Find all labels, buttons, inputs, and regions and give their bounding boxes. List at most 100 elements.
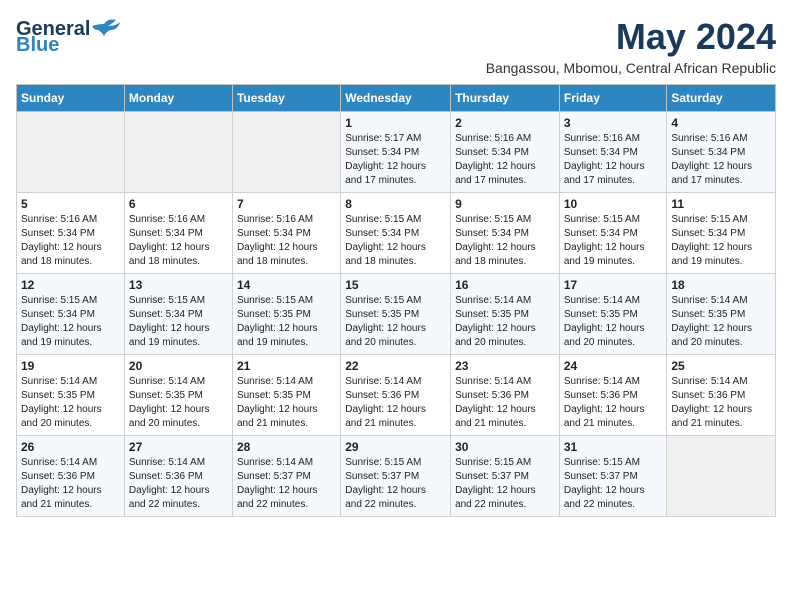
- calendar-cell: 16 Sunrise: 5:14 AMSunset: 5:35 PMDayligh…: [451, 274, 560, 355]
- day-number: 31: [564, 440, 663, 454]
- calendar-cell: 14 Sunrise: 5:15 AMSunset: 5:35 PMDayligh…: [232, 274, 340, 355]
- day-info: Sunrise: 5:14 AMSunset: 5:35 PMDaylight:…: [237, 375, 336, 431]
- day-info: Sunrise: 5:15 AMSunset: 5:34 PMDaylight:…: [455, 213, 555, 269]
- calendar-cell: 24Sunrise: 5:14 AMSunset: 5:36 PMDayligh…: [559, 355, 667, 436]
- day-number: 3: [564, 116, 663, 130]
- calendar-cell: 21 Sunrise: 5:14 AMSunset: 5:35 PMDayligh…: [232, 355, 340, 436]
- calendar-cell: 25 Sunrise: 5:14 AMSunset: 5:36 PMDayligh…: [667, 355, 776, 436]
- day-number: 29: [345, 440, 446, 454]
- day-info: Sunrise: 5:15 AMSunset: 5:35 PMDaylight:…: [345, 294, 446, 350]
- week-row-2: 5 Sunrise: 5:16 AMSunset: 5:34 PMDaylight…: [17, 193, 776, 274]
- day-number: 12: [21, 278, 120, 292]
- week-row-5: 26 Sunrise: 5:14 AMSunset: 5:36 PMDayligh…: [17, 436, 776, 517]
- day-number: 17: [564, 278, 663, 292]
- location: Bangassou, Mbomou, Central African Repub…: [486, 60, 776, 76]
- day-number: 19: [21, 359, 120, 373]
- day-number: 1: [345, 116, 446, 130]
- day-number: 11: [671, 197, 771, 211]
- day-number: 5: [21, 197, 120, 211]
- day-number: 14: [237, 278, 336, 292]
- calendar-cell: 6Sunrise: 5:16 AMSunset: 5:34 PMDaylight…: [124, 193, 232, 274]
- calendar-cell: 26 Sunrise: 5:14 AMSunset: 5:36 PMDayligh…: [17, 436, 125, 517]
- logo: General Blue: [16, 16, 120, 58]
- calendar-cell: [667, 436, 776, 517]
- week-row-3: 12 Sunrise: 5:15 AMSunset: 5:34 PMDayligh…: [17, 274, 776, 355]
- col-sunday: Sunday: [17, 85, 125, 112]
- week-row-1: 1Sunrise: 5:17 AMSunset: 5:34 PMDaylight…: [17, 112, 776, 193]
- day-number: 21: [237, 359, 336, 373]
- month-title: May 2024: [486, 16, 776, 58]
- col-tuesday: Tuesday: [232, 85, 340, 112]
- calendar-cell: 31Sunrise: 5:15 AMSunset: 5:37 PMDayligh…: [559, 436, 667, 517]
- header-row: Sunday Monday Tuesday Wednesday Thursday…: [17, 85, 776, 112]
- day-info: Sunrise: 5:14 AMSunset: 5:35 PMDaylight:…: [21, 375, 120, 431]
- calendar-cell: [17, 112, 125, 193]
- col-thursday: Thursday: [451, 85, 560, 112]
- day-number: 25: [671, 359, 771, 373]
- calendar-cell: 28Sunrise: 5:14 AMSunset: 5:37 PMDayligh…: [232, 436, 340, 517]
- calendar-cell: 20 Sunrise: 5:14 AMSunset: 5:35 PMDayligh…: [124, 355, 232, 436]
- day-info: Sunrise: 5:16 AMSunset: 5:34 PMDaylight:…: [455, 132, 555, 188]
- day-number: 15: [345, 278, 446, 292]
- logo-bird-icon: [90, 16, 120, 44]
- day-number: 26: [21, 440, 120, 454]
- day-info: Sunrise: 5:15 AMSunset: 5:37 PMDaylight:…: [345, 456, 446, 512]
- day-info: Sunrise: 5:14 AMSunset: 5:36 PMDaylight:…: [455, 375, 555, 431]
- day-info: Sunrise: 5:16 AMSunset: 5:34 PMDaylight:…: [671, 132, 771, 188]
- day-info: Sunrise: 5:14 AMSunset: 5:37 PMDaylight:…: [237, 456, 336, 512]
- col-saturday: Saturday: [667, 85, 776, 112]
- day-number: 23: [455, 359, 555, 373]
- day-info: Sunrise: 5:14 AMSunset: 5:35 PMDaylight:…: [455, 294, 555, 350]
- day-info: Sunrise: 5:15 AMSunset: 5:34 PMDaylight:…: [564, 213, 663, 269]
- calendar-cell: 15 Sunrise: 5:15 AMSunset: 5:35 PMDayligh…: [341, 274, 451, 355]
- day-info: Sunrise: 5:14 AMSunset: 5:36 PMDaylight:…: [21, 456, 120, 512]
- calendar-table: Sunday Monday Tuesday Wednesday Thursday…: [16, 84, 776, 517]
- day-number: 20: [129, 359, 228, 373]
- header: General Blue May 2024 Bangassou, Mbomou,…: [16, 16, 776, 76]
- col-friday: Friday: [559, 85, 667, 112]
- calendar-cell: 9 Sunrise: 5:15 AMSunset: 5:34 PMDaylight…: [451, 193, 560, 274]
- calendar-cell: 17 Sunrise: 5:14 AMSunset: 5:35 PMDayligh…: [559, 274, 667, 355]
- day-number: 8: [345, 197, 446, 211]
- day-info: Sunrise: 5:14 AMSunset: 5:36 PMDaylight:…: [564, 375, 663, 431]
- calendar-cell: 2 Sunrise: 5:16 AMSunset: 5:34 PMDaylight…: [451, 112, 560, 193]
- day-info: Sunrise: 5:15 AMSunset: 5:34 PMDaylight:…: [345, 213, 446, 269]
- calendar-cell: 13Sunrise: 5:15 AMSunset: 5:34 PMDayligh…: [124, 274, 232, 355]
- day-number: 10: [564, 197, 663, 211]
- calendar-cell: 10 Sunrise: 5:15 AMSunset: 5:34 PMDayligh…: [559, 193, 667, 274]
- logo-line2: Blue: [16, 35, 90, 55]
- day-info: Sunrise: 5:14 AMSunset: 5:35 PMDaylight:…: [671, 294, 771, 350]
- day-number: 18: [671, 278, 771, 292]
- calendar-cell: 18 Sunrise: 5:14 AMSunset: 5:35 PMDayligh…: [667, 274, 776, 355]
- calendar-cell: 23 Sunrise: 5:14 AMSunset: 5:36 PMDayligh…: [451, 355, 560, 436]
- calendar-cell: [232, 112, 340, 193]
- day-info: Sunrise: 5:16 AMSunset: 5:34 PMDaylight:…: [21, 213, 120, 269]
- day-info: Sunrise: 5:14 AMSunset: 5:35 PMDaylight:…: [129, 375, 228, 431]
- calendar-cell: 27 Sunrise: 5:14 AMSunset: 5:36 PMDayligh…: [124, 436, 232, 517]
- day-number: 16: [455, 278, 555, 292]
- calendar-cell: 19 Sunrise: 5:14 AMSunset: 5:35 PMDayligh…: [17, 355, 125, 436]
- calendar-cell: 3Sunrise: 5:16 AMSunset: 5:34 PMDaylight…: [559, 112, 667, 193]
- day-info: Sunrise: 5:15 AMSunset: 5:35 PMDaylight:…: [237, 294, 336, 350]
- calendar-cell: 1Sunrise: 5:17 AMSunset: 5:34 PMDaylight…: [341, 112, 451, 193]
- day-info: Sunrise: 5:15 AMSunset: 5:34 PMDaylight:…: [21, 294, 120, 350]
- calendar-cell: 5 Sunrise: 5:16 AMSunset: 5:34 PMDaylight…: [17, 193, 125, 274]
- calendar-cell: 7Sunrise: 5:16 AMSunset: 5:34 PMDaylight…: [232, 193, 340, 274]
- calendar-cell: 12 Sunrise: 5:15 AMSunset: 5:34 PMDayligh…: [17, 274, 125, 355]
- day-number: 2: [455, 116, 555, 130]
- day-number: 22: [345, 359, 446, 373]
- calendar-cell: [124, 112, 232, 193]
- day-number: 27: [129, 440, 228, 454]
- calendar-cell: 30Sunrise: 5:15 AMSunset: 5:37 PMDayligh…: [451, 436, 560, 517]
- day-info: Sunrise: 5:15 AMSunset: 5:37 PMDaylight:…: [455, 456, 555, 512]
- day-info: Sunrise: 5:14 AMSunset: 5:36 PMDaylight:…: [345, 375, 446, 431]
- day-info: Sunrise: 5:14 AMSunset: 5:36 PMDaylight:…: [129, 456, 228, 512]
- day-info: Sunrise: 5:14 AMSunset: 5:36 PMDaylight:…: [671, 375, 771, 431]
- calendar-cell: 11Sunrise: 5:15 AMSunset: 5:34 PMDayligh…: [667, 193, 776, 274]
- day-number: 13: [129, 278, 228, 292]
- col-wednesday: Wednesday: [341, 85, 451, 112]
- day-number: 6: [129, 197, 228, 211]
- day-number: 9: [455, 197, 555, 211]
- day-info: Sunrise: 5:14 AMSunset: 5:35 PMDaylight:…: [564, 294, 663, 350]
- title-area: May 2024 Bangassou, Mbomou, Central Afri…: [486, 16, 776, 76]
